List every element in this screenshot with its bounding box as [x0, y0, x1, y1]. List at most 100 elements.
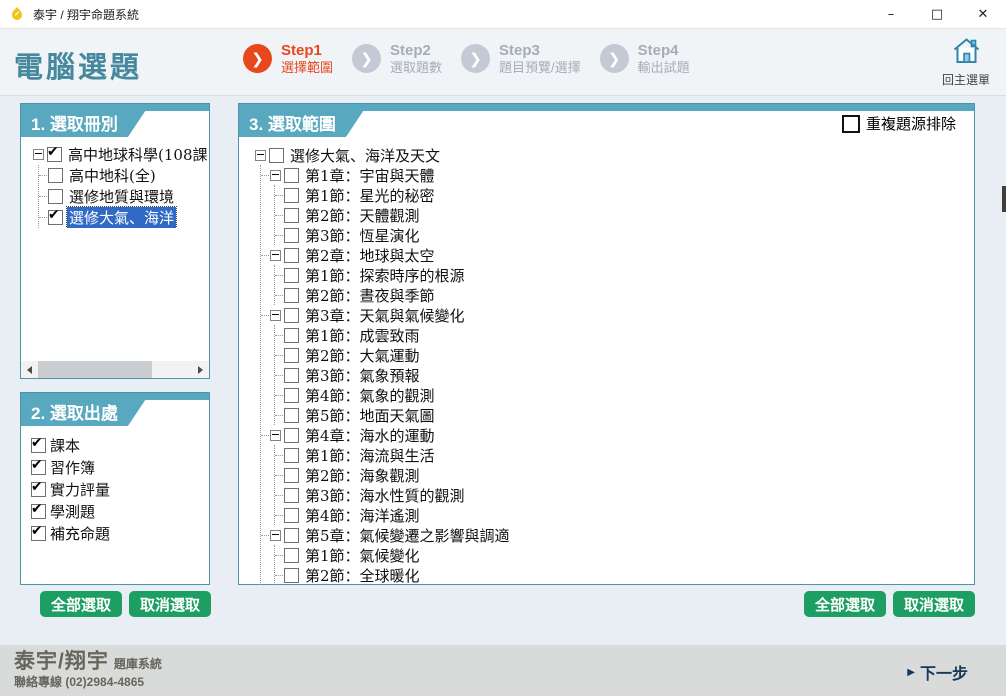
tree-collapse-icon[interactable] — [255, 150, 266, 161]
tree-checkbox[interactable] — [284, 508, 299, 523]
source-item: 學測題 — [31, 500, 209, 522]
tree-connector — [275, 575, 283, 576]
scroll-left-arrow-icon[interactable] — [21, 361, 38, 378]
source-checkbox[interactable] — [31, 504, 46, 519]
panel1-title: 1. 選取冊別 — [21, 104, 150, 137]
tree-item-label[interactable]: 選修大氣、海洋 — [67, 207, 176, 228]
tree-item-label[interactable]: 第1節：成雲致雨 — [303, 325, 422, 346]
tree-checkbox[interactable] — [284, 548, 299, 563]
tree-checkbox[interactable] — [284, 168, 299, 183]
tree-item-label[interactable]: 第3節：恆星演化 — [303, 225, 422, 246]
tree-checkbox[interactable] — [284, 328, 299, 343]
tree-row: 第5節：地面天氣圖 — [275, 405, 974, 425]
tree-item-label[interactable]: 第3節：氣象預報 — [303, 365, 422, 386]
tree-checkbox[interactable] — [284, 228, 299, 243]
tree-item-label[interactable]: 第2節：大氣運動 — [303, 345, 422, 366]
tree-checkbox[interactable] — [284, 408, 299, 423]
scrollbar-thumb[interactable] — [38, 361, 152, 378]
scroll-right-arrow-icon[interactable] — [192, 361, 209, 378]
tree-item-label[interactable]: 第1章：宇宙與天體 — [303, 165, 437, 186]
tree-item-label[interactable]: 第5章：氣候變遷之影響與調適 — [303, 525, 512, 546]
source-checkbox[interactable] — [31, 438, 46, 453]
select-all-scope-button[interactable]: 全部選取 — [804, 591, 886, 617]
tree-row: 第1節：氣候變化 — [275, 545, 974, 565]
tree-item-label[interactable]: 第2節：海象觀測 — [303, 465, 422, 486]
tree-collapse-icon[interactable] — [270, 530, 281, 541]
source-checkbox[interactable] — [31, 460, 46, 475]
close-button[interactable]: ✕ — [960, 0, 1006, 28]
dedupe-checkbox-row[interactable]: 重複題源排除 — [842, 113, 956, 134]
tree-checkbox[interactable] — [48, 210, 63, 225]
tree-row: 第2節：大氣運動 — [275, 345, 974, 365]
step-item-2[interactable]: ❯Step2選取題數 — [352, 42, 442, 76]
tree-checkbox[interactable] — [48, 168, 63, 183]
tree-item-label[interactable]: 第1節：海流與生活 — [303, 445, 437, 466]
tree-checkbox[interactable] — [48, 189, 63, 204]
tree-item-label[interactable]: 第4節：氣象的觀測 — [303, 385, 437, 406]
tree-connector — [275, 415, 283, 416]
horizontal-scrollbar[interactable] — [21, 361, 209, 378]
tree-row: 第3節：恆星演化 — [275, 225, 974, 245]
tree-children: 第1節：成雲致雨第2節：大氣運動第3節：氣象預報第4節：氣象的觀測第5節：地面天… — [274, 325, 974, 425]
next-label: 下一步 — [920, 660, 968, 684]
tree-collapse-icon[interactable] — [270, 250, 281, 261]
tree-checkbox[interactable] — [284, 488, 299, 503]
tree-item-label[interactable]: 第1節：探索時序的根源 — [303, 265, 467, 286]
tree-checkbox[interactable] — [284, 428, 299, 443]
tree-item-label[interactable]: 第5節：地面天氣圖 — [303, 405, 437, 426]
source-label: 習作簿 — [50, 457, 95, 478]
tree-collapse-icon[interactable] — [270, 310, 281, 321]
tree-collapse-icon[interactable] — [270, 430, 281, 441]
tree-item-label[interactable]: 選修大氣、海洋及天文 — [288, 145, 442, 166]
tree-checkbox[interactable] — [284, 288, 299, 303]
deselect-books-button[interactable]: 取消選取 — [129, 591, 211, 617]
tree-item-label[interactable]: 第2章：地球與太空 — [303, 245, 437, 266]
step-item-3[interactable]: ❯Step3題目預覽/選擇 — [461, 42, 581, 76]
book-tree: 高中地球科學(108課高中地科(全)選修地質與環境選修大氣、海洋 — [21, 137, 209, 228]
window-titlebar: 泰宇 / 翔宇命題系統 – □ ✕ — [0, 0, 1006, 29]
tree-checkbox[interactable] — [284, 368, 299, 383]
tree-item-label[interactable]: 第1節：星光的秘密 — [303, 185, 437, 206]
app-logo-icon — [9, 6, 25, 22]
tree-item-label[interactable]: 第1節：氣候變化 — [303, 545, 422, 566]
tree-item-label[interactable]: 第4節：海洋遙測 — [303, 505, 422, 526]
tree-checkbox[interactable] — [47, 147, 62, 162]
deselect-scope-button[interactable]: 取消選取 — [893, 591, 975, 617]
source-checkbox[interactable] — [31, 482, 46, 497]
tree-checkbox[interactable] — [284, 568, 299, 583]
tree-checkbox[interactable] — [284, 388, 299, 403]
next-step-button[interactable]: ▶ 下一步 — [907, 660, 968, 684]
dedupe-checkbox[interactable] — [842, 115, 860, 133]
tree-collapse-icon[interactable] — [33, 149, 44, 160]
tree-item-label[interactable]: 第4章：海水的運動 — [303, 425, 437, 446]
tree-checkbox[interactable] — [284, 448, 299, 463]
tree-item-label[interactable]: 第2節：晝夜與季節 — [303, 285, 437, 306]
minimize-button[interactable]: – — [868, 0, 914, 28]
tree-row: 第3節：氣象預報 — [275, 365, 974, 385]
tree-checkbox[interactable] — [284, 208, 299, 223]
tree-item-label[interactable]: 高中地球科學(108課 — [66, 144, 209, 165]
tree-checkbox[interactable] — [284, 348, 299, 363]
tree-checkbox[interactable] — [284, 528, 299, 543]
maximize-button[interactable]: □ — [914, 0, 960, 28]
tree-checkbox[interactable] — [284, 268, 299, 283]
tree-item-label[interactable]: 高中地科(全) — [67, 165, 158, 186]
tree-collapse-icon[interactable] — [270, 170, 281, 181]
tree-checkbox[interactable] — [284, 248, 299, 263]
home-button[interactable]: 回主選單 — [936, 36, 996, 88]
tree-checkbox[interactable] — [284, 468, 299, 483]
source-checkbox[interactable] — [31, 526, 46, 541]
tree-item-label[interactable]: 第3節：海水性質的觀測 — [303, 485, 467, 506]
tree-item-label[interactable]: 選修地質與環境 — [67, 186, 176, 207]
tree-row: 第2節：晝夜與季節 — [275, 285, 974, 305]
tree-item-label[interactable]: 第2節：全球暖化 — [303, 565, 422, 586]
tree-checkbox[interactable] — [284, 308, 299, 323]
step-chevron-icon: ❯ — [461, 44, 490, 73]
tree-item-label[interactable]: 第2節：天體觀測 — [303, 205, 422, 226]
step-item-4[interactable]: ❯Step4輸出試題 — [600, 42, 690, 76]
tree-checkbox[interactable] — [269, 148, 284, 163]
tree-checkbox[interactable] — [284, 188, 299, 203]
tree-item-label[interactable]: 第3章：天氣與氣候變化 — [303, 305, 467, 326]
select-all-books-button[interactable]: 全部選取 — [40, 591, 122, 617]
step-item-1[interactable]: ❯Step1選擇範圍 — [243, 42, 333, 76]
